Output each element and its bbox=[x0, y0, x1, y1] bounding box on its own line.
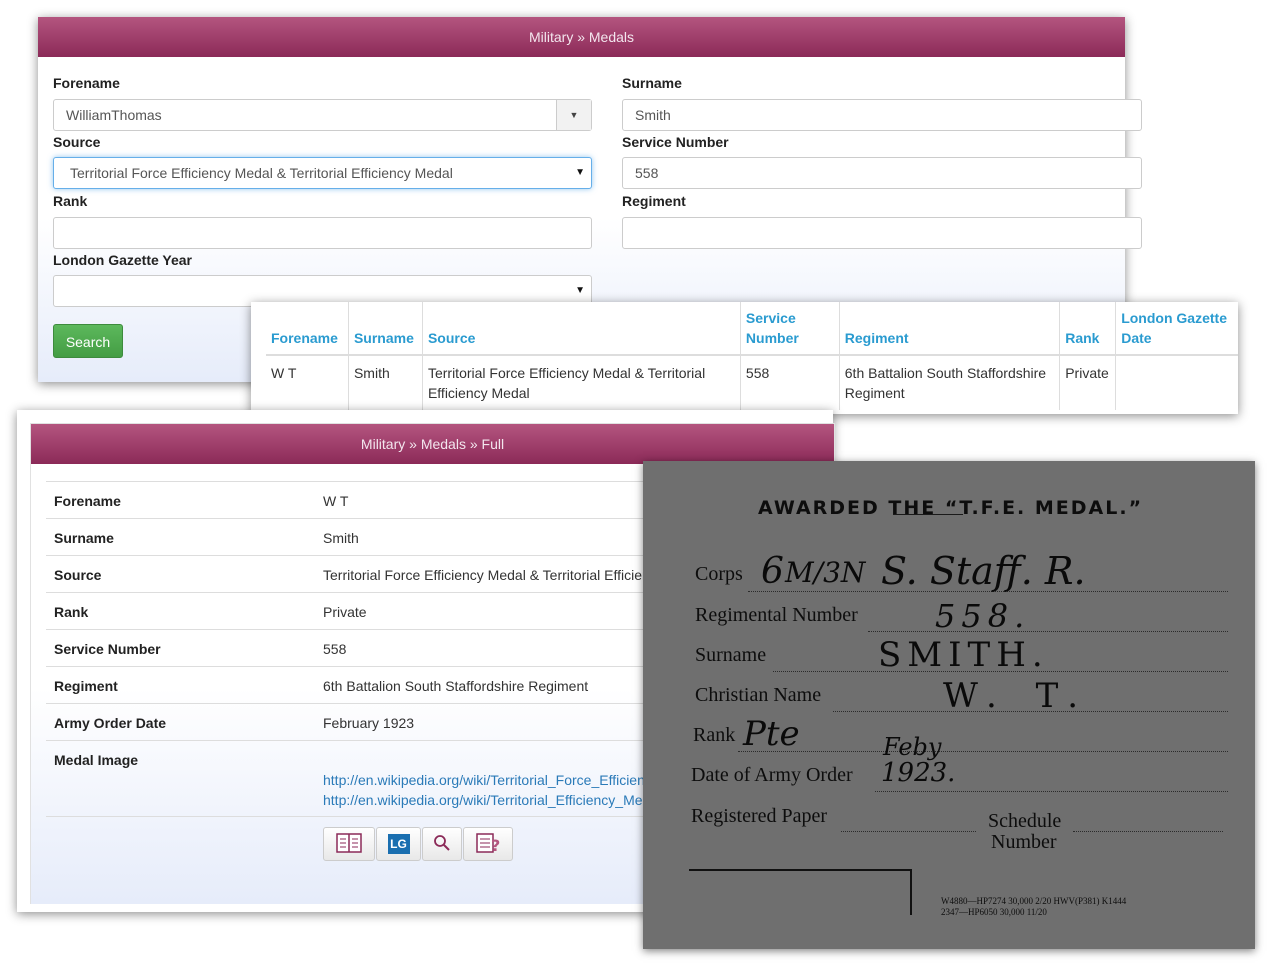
card-registered-paper-label: Registered Paper bbox=[691, 805, 828, 827]
card-rule bbox=[868, 631, 1228, 632]
card-christian-name-value: W. T. bbox=[943, 676, 1093, 716]
medal-card-image: AWARDED THE “T.F.E. MEDAL.” Corps 6 M/3N… bbox=[643, 461, 1255, 949]
detail-value: 6th Battalion South Staffordshire Regime… bbox=[323, 678, 589, 694]
detail-value: W T bbox=[323, 493, 349, 509]
card-surname-value: SMITH. bbox=[878, 635, 1049, 675]
card-army-order-year: 1923. bbox=[881, 758, 956, 788]
card-rule bbox=[875, 791, 1228, 792]
regiment-input[interactable] bbox=[622, 217, 1142, 249]
cell-regiment: 6th Battalion South Staffordshire Regime… bbox=[838, 355, 1060, 410]
source-value: Territorial Force Efficiency Medal & Ter… bbox=[70, 165, 453, 181]
card-heading: AWARDED THE “T.F.E. MEDAL.” bbox=[758, 497, 1144, 519]
forename-label: Forename bbox=[53, 75, 120, 91]
document-icon bbox=[335, 832, 363, 857]
caret-down-icon: ▼ bbox=[569, 110, 579, 120]
col-gazette-date[interactable]: London Gazette Date bbox=[1115, 302, 1238, 356]
col-surname[interactable]: Surname bbox=[347, 302, 423, 356]
col-rank[interactable]: Rank bbox=[1059, 302, 1116, 356]
source-select[interactable]: Territorial Force Efficiency Medal & Ter… bbox=[53, 157, 592, 189]
forename-combobox[interactable]: WilliamThomas ▼ bbox=[53, 99, 592, 131]
col-source[interactable]: Source bbox=[421, 302, 741, 356]
rank-input[interactable] bbox=[53, 217, 592, 249]
cell-forename: W T bbox=[271, 365, 297, 381]
table-row[interactable]: W T Smith Territorial Force Efficiency M… bbox=[266, 355, 1238, 410]
card-corps-hand-3: S. Staff. R. bbox=[881, 549, 1086, 593]
search-record-button[interactable] bbox=[422, 827, 462, 861]
regiment-label: Regiment bbox=[622, 193, 686, 209]
card-schedule-label: Schedule bbox=[988, 810, 1062, 832]
detail-value: Private bbox=[323, 604, 367, 620]
surname-label: Surname bbox=[622, 75, 682, 91]
card-rank-label: Rank bbox=[693, 724, 736, 746]
card-christian-name-label: Christian Name bbox=[695, 684, 822, 706]
card-army-order-month: Feby bbox=[883, 733, 942, 761]
detail-value: Smith bbox=[323, 530, 359, 546]
card-army-order-label: Date of Army Order bbox=[691, 764, 853, 786]
document-button[interactable] bbox=[323, 827, 375, 861]
card-surname-label: Surname bbox=[695, 644, 767, 666]
service-number-label: Service Number bbox=[622, 134, 729, 150]
forename-value: WilliamThomas bbox=[66, 107, 162, 123]
surname-input[interactable]: Smith bbox=[622, 99, 1142, 131]
svg-text:?: ? bbox=[491, 836, 500, 854]
card-print-code-2: 2347—HP6050 30,000 11/20 bbox=[941, 907, 1047, 917]
service-number-input[interactable]: 558 bbox=[622, 157, 1142, 189]
card-corps-hand-2: M/3N bbox=[785, 556, 866, 589]
detail-label: Source bbox=[54, 567, 102, 583]
wiki-link-te-medal[interactable]: http://en.wikipedia.org/wiki/Territorial… bbox=[323, 792, 661, 808]
help-document-icon: ? bbox=[475, 832, 501, 857]
card-corps-hand-1: 6 bbox=[761, 551, 784, 592]
help-document-button[interactable]: ? bbox=[463, 827, 513, 861]
card-box-side bbox=[910, 869, 912, 915]
results-panel: Forename Surname Source Service Number R… bbox=[251, 302, 1238, 414]
results-header-row: Forename Surname Source Service Number R… bbox=[266, 302, 1238, 356]
detail-label: Service Number bbox=[54, 641, 161, 657]
cell-service-number: 558 bbox=[739, 355, 840, 410]
detail-label: Surname bbox=[54, 530, 114, 546]
card-regimental-number-label: Regimental Number bbox=[695, 604, 858, 626]
detail-label: Rank bbox=[54, 604, 89, 620]
card-rule bbox=[738, 751, 1228, 752]
search-icon bbox=[433, 834, 451, 855]
source-label: Source bbox=[53, 134, 101, 150]
card-rule bbox=[841, 831, 976, 832]
card-print-code-1: W4880—HP7274 30,000 2/20 HWV(P381) K1444 bbox=[941, 896, 1127, 906]
col-regiment[interactable]: Regiment bbox=[838, 302, 1060, 356]
card-corps-label: Corps bbox=[695, 563, 743, 585]
card-heading-line bbox=[893, 514, 963, 515]
detail-value: 558 bbox=[323, 641, 347, 657]
detail-label: Army Order Date bbox=[54, 715, 167, 731]
detail-value: February 1923 bbox=[323, 715, 415, 731]
card-box-top bbox=[689, 869, 911, 871]
card-regimental-number-value: 558. bbox=[935, 597, 1031, 635]
cell-rank: Private bbox=[1059, 355, 1116, 410]
forename-dropdown-toggle[interactable]: ▼ bbox=[556, 100, 591, 130]
col-service-number[interactable]: Service Number bbox=[739, 302, 840, 356]
search-button[interactable]: Search bbox=[53, 324, 123, 358]
detail-label: Forename bbox=[54, 493, 121, 509]
detail-label: Medal Image bbox=[54, 752, 139, 768]
london-gazette-icon: LG bbox=[387, 834, 410, 854]
results-table: Forename Surname Source Service Number R… bbox=[266, 302, 1238, 410]
cell-surname: Smith bbox=[347, 355, 423, 410]
rank-label: Rank bbox=[53, 193, 88, 209]
london-gazette-button[interactable]: LG bbox=[376, 827, 421, 861]
gazette-year-label: London Gazette Year bbox=[53, 252, 192, 268]
col-forename[interactable]: Forename bbox=[266, 302, 349, 356]
card-rank-value: Pte bbox=[743, 714, 800, 754]
cell-source: Territorial Force Efficiency Medal & Ter… bbox=[421, 355, 741, 410]
card-number-label: Number bbox=[991, 831, 1057, 853]
select-arrow-icon: ▼ bbox=[575, 167, 585, 178]
detail-label: Regiment bbox=[54, 678, 118, 694]
card-rule bbox=[1073, 831, 1223, 832]
detail-breadcrumb: Military » Medals » Full bbox=[31, 424, 834, 464]
search-breadcrumb: Military » Medals bbox=[38, 17, 1125, 57]
cell-gazette-date bbox=[1115, 355, 1238, 410]
